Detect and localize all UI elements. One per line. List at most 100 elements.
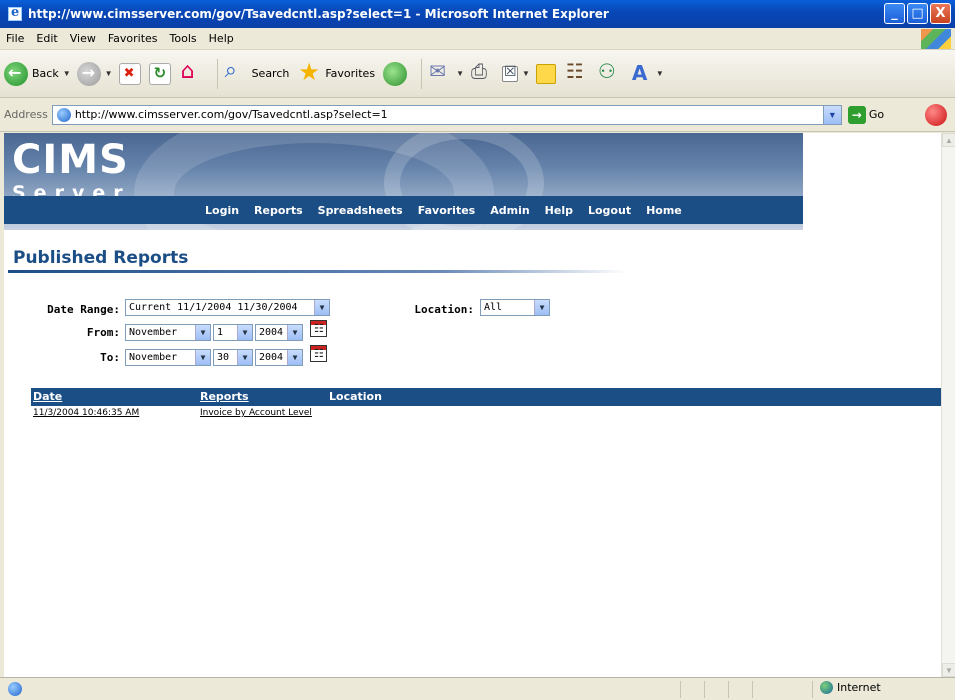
go-button[interactable]: → Go bbox=[847, 105, 885, 124]
nav-reports[interactable]: Reports bbox=[254, 204, 303, 217]
status-divider bbox=[752, 681, 753, 698]
from-month-value: November bbox=[129, 327, 178, 338]
date-range-value: Current 11/1/2004 11/30/2004 bbox=[129, 302, 298, 313]
address-input[interactable]: http://www.cimsserver.com/gov/Tsavedcntl… bbox=[51, 104, 842, 125]
title-bar: http://www.cimsserver.com/gov/Tsavedcntl… bbox=[0, 0, 955, 28]
ie-icon bbox=[8, 5, 22, 21]
date-range-label: Date Range: bbox=[47, 303, 120, 316]
search-button[interactable]: Search bbox=[224, 58, 290, 86]
research-button[interactable] bbox=[564, 59, 588, 86]
vertical-scrollbar[interactable]: ▲ ▼ bbox=[941, 133, 955, 677]
site-nav: Login Reports Spreadsheets Favorites Adm… bbox=[4, 196, 803, 224]
menu-favorites[interactable]: Favorites bbox=[102, 32, 164, 45]
location-select[interactable]: All ▼ bbox=[480, 299, 550, 316]
security-zone: Internet bbox=[820, 681, 881, 694]
row-date-link[interactable]: 11/3/2004 10:46:35 AM bbox=[33, 408, 139, 418]
favorites-label: Favorites bbox=[325, 67, 376, 80]
forward-dropdown-icon[interactable]: ▼ bbox=[105, 69, 113, 78]
nav-logout[interactable]: Logout bbox=[588, 204, 631, 217]
chevron-down-icon: ▼ bbox=[287, 350, 302, 365]
date-range-select[interactable]: Current 11/1/2004 11/30/2004 ▼ bbox=[125, 299, 330, 316]
stop-button[interactable] bbox=[118, 62, 141, 85]
row-report-link[interactable]: Invoice by Account Level bbox=[200, 408, 312, 418]
from-year-select[interactable]: 2004 ▼ bbox=[255, 324, 303, 341]
nav-home[interactable]: Home bbox=[646, 204, 682, 217]
nav-admin[interactable]: Admin bbox=[490, 204, 529, 217]
nav-login[interactable]: Login bbox=[205, 204, 239, 217]
font-size-button[interactable] bbox=[628, 61, 652, 86]
mail-dropdown-icon[interactable]: ▼ bbox=[456, 69, 464, 78]
back-dropdown-icon[interactable]: ▼ bbox=[63, 69, 71, 78]
menu-bar: File Edit View Favorites Tools Help bbox=[0, 28, 955, 50]
browser-window: http://www.cimsserver.com/gov/Tsavedcntl… bbox=[0, 0, 955, 700]
location-label: Location: bbox=[414, 303, 474, 316]
chevron-down-icon: ▼ bbox=[195, 325, 210, 340]
maximize-button[interactable]: □ bbox=[907, 3, 928, 24]
to-day-select[interactable]: 30 ▼ bbox=[213, 349, 253, 366]
minimize-button[interactable]: _ bbox=[884, 3, 905, 24]
pdf-icon[interactable] bbox=[925, 104, 947, 126]
discuss-button[interactable] bbox=[535, 63, 556, 84]
menu-tools[interactable]: Tools bbox=[164, 32, 203, 45]
nav-spreadsheets[interactable]: Spreadsheets bbox=[318, 204, 403, 217]
column-reports[interactable]: Reports bbox=[200, 388, 249, 406]
printer-icon bbox=[470, 59, 494, 86]
to-month-select[interactable]: November ▼ bbox=[125, 349, 211, 366]
from-day-value: 1 bbox=[217, 327, 224, 338]
menu-edit[interactable]: Edit bbox=[30, 32, 63, 45]
site-banner: CIMS Server Login Reports Spreadsheets F… bbox=[4, 133, 803, 230]
from-year-value: 2004 bbox=[259, 327, 284, 338]
address-bar: Address http://www.cimsserver.com/gov/Ts… bbox=[0, 98, 955, 132]
research-icon bbox=[564, 59, 588, 86]
page-title: Published Reports bbox=[13, 248, 189, 268]
edit-dropdown-icon[interactable]: ▼ bbox=[522, 69, 530, 78]
standard-toolbar: Back ▼ ▼ Search Favorites ▼ ▼ ▼ bbox=[0, 50, 955, 98]
forward-arrow-icon bbox=[76, 61, 101, 86]
menu-help[interactable]: Help bbox=[203, 32, 240, 45]
to-month-value: November bbox=[129, 352, 178, 363]
home-icon bbox=[179, 59, 203, 86]
to-calendar-icon[interactable] bbox=[310, 345, 327, 362]
close-button[interactable]: X bbox=[930, 3, 951, 24]
scroll-up-icon[interactable]: ▲ bbox=[942, 133, 955, 147]
nav-favorites[interactable]: Favorites bbox=[418, 204, 475, 217]
font-dropdown-icon[interactable]: ▼ bbox=[656, 69, 664, 78]
address-url[interactable]: http://www.cimsserver.com/gov/Tsavedcntl… bbox=[75, 108, 388, 121]
home-button[interactable] bbox=[179, 59, 203, 86]
chevron-down-icon: ▼ bbox=[287, 325, 302, 340]
status-bar: Internet bbox=[0, 677, 955, 700]
address-dropdown-icon[interactable]: ▼ bbox=[822, 105, 841, 124]
edit-button[interactable] bbox=[501, 64, 518, 82]
forward-button[interactable] bbox=[76, 61, 101, 86]
back-button[interactable]: Back bbox=[4, 61, 59, 86]
column-date[interactable]: Date bbox=[33, 388, 62, 406]
from-month-select[interactable]: November ▼ bbox=[125, 324, 211, 341]
messenger-button[interactable] bbox=[596, 59, 620, 86]
scroll-down-icon[interactable]: ▼ bbox=[942, 663, 955, 677]
back-arrow-icon bbox=[4, 61, 28, 86]
favorites-button[interactable]: Favorites bbox=[297, 58, 376, 86]
nav-help[interactable]: Help bbox=[545, 204, 573, 217]
print-button[interactable] bbox=[470, 59, 494, 86]
from-calendar-icon[interactable] bbox=[310, 320, 327, 337]
stop-icon bbox=[118, 62, 141, 85]
from-day-select[interactable]: 1 ▼ bbox=[213, 324, 253, 341]
menu-file[interactable]: File bbox=[0, 32, 30, 45]
window-controls: _ □ X bbox=[884, 3, 951, 24]
history-button[interactable] bbox=[383, 61, 408, 86]
to-year-select[interactable]: 2004 ▼ bbox=[255, 349, 303, 366]
globe-icon bbox=[820, 681, 833, 694]
chevron-down-icon: ▼ bbox=[195, 350, 210, 365]
mail-button[interactable] bbox=[428, 59, 452, 86]
messenger-icon bbox=[596, 59, 620, 86]
to-year-value: 2004 bbox=[259, 352, 284, 363]
reports-table-header: Date Reports Location bbox=[31, 388, 941, 406]
refresh-button[interactable] bbox=[148, 62, 171, 85]
menu-view[interactable]: View bbox=[64, 32, 102, 45]
from-label: From: bbox=[86, 326, 120, 339]
go-label: Go bbox=[868, 108, 885, 121]
chevron-down-icon: ▼ bbox=[534, 300, 549, 315]
status-divider bbox=[812, 681, 813, 698]
location-value: All bbox=[484, 302, 503, 313]
status-divider bbox=[680, 681, 681, 698]
